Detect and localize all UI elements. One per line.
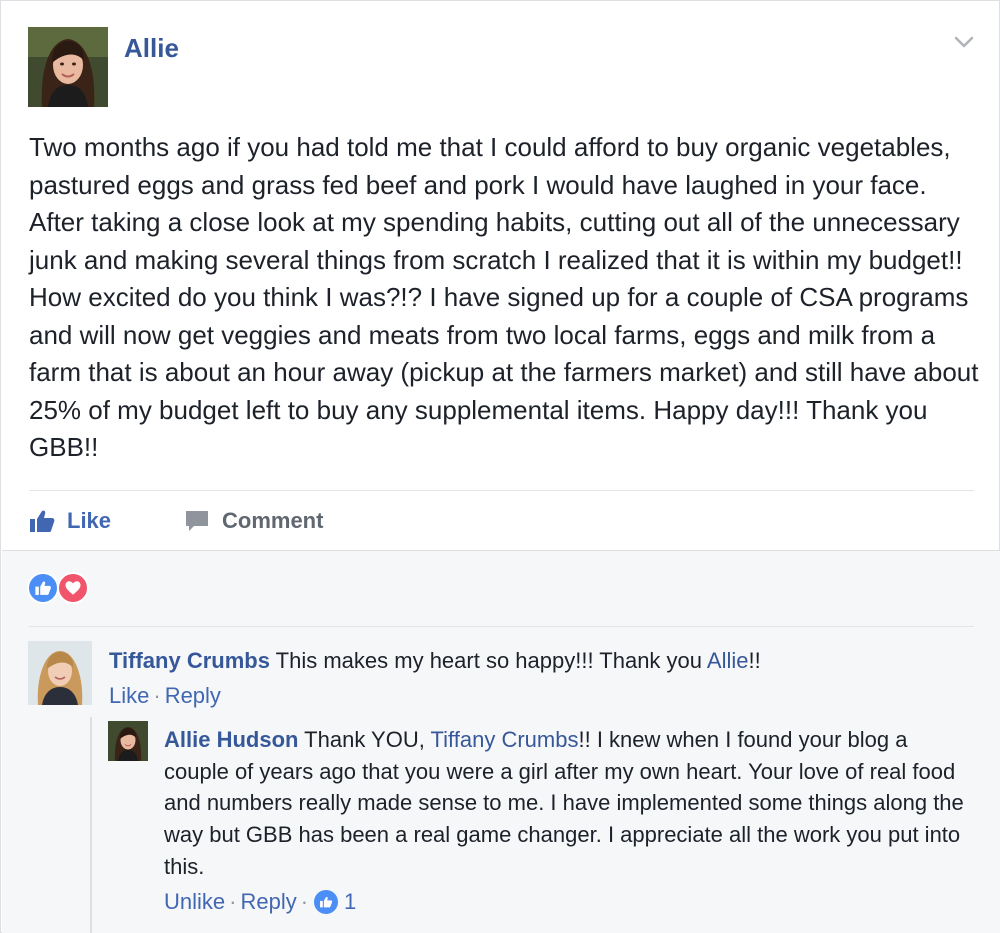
chevron-down-icon[interactable] [951,29,977,55]
like-label: Like [67,508,112,533]
author-avatar[interactable] [28,27,108,107]
comment-icon [184,508,210,534]
post-body-text: Two months ago if you had told me that I… [29,132,979,462]
reply-text: Allie Hudson Thank YOU, Tiffany Crumbs!!… [164,724,964,883]
reply-unlike-link[interactable]: Unlike [164,889,225,915]
separator-dot: · [300,889,309,914]
like-button[interactable]: Like [29,503,111,539]
comment-reply-link[interactable]: Reply [165,683,221,708]
like-count[interactable]: 1 [344,889,356,915]
mention-link[interactable]: Allie [707,648,749,673]
comment-body: This makes my heart so happy!!! Thank yo… [275,648,707,673]
reply-reply-link[interactable]: Reply [240,889,296,915]
comment-text: Tiffany Crumbs This makes my heart so ha… [109,646,979,676]
separator-dot: · [153,683,161,708]
reply-author-name[interactable]: Allie Hudson [164,727,298,752]
comment-like-link[interactable]: Like [109,683,149,708]
comment-button[interactable]: Comment [184,503,323,539]
commenter-avatar[interactable] [28,641,92,705]
reply-mention-link[interactable]: Tiffany Crumbs [431,727,579,752]
reactions-summary[interactable] [27,572,97,604]
separator-dot: · [229,889,237,914]
comment-body-end: !! [748,648,761,673]
comment-label: Comment [222,508,324,533]
post-divider [29,490,974,491]
love-reaction-icon [57,572,89,604]
post-card: Allie Two months ago if you had told me … [0,0,1000,933]
reply-author-avatar[interactable] [108,721,148,761]
reply-thread-line [90,717,92,933]
reply-body: Thank YOU, [304,727,431,752]
post-author-name[interactable]: Allie [124,33,179,64]
comment-actions: Like · Reply [109,683,221,709]
like-count-icon[interactable] [314,890,339,914]
commenter-name[interactable]: Tiffany Crumbs [109,648,270,673]
comments-divider [29,626,974,627]
like-reaction-icon [27,572,59,604]
reply-actions: Unlike · Reply · 1 [164,889,356,915]
thumbs-up-icon [29,508,55,534]
